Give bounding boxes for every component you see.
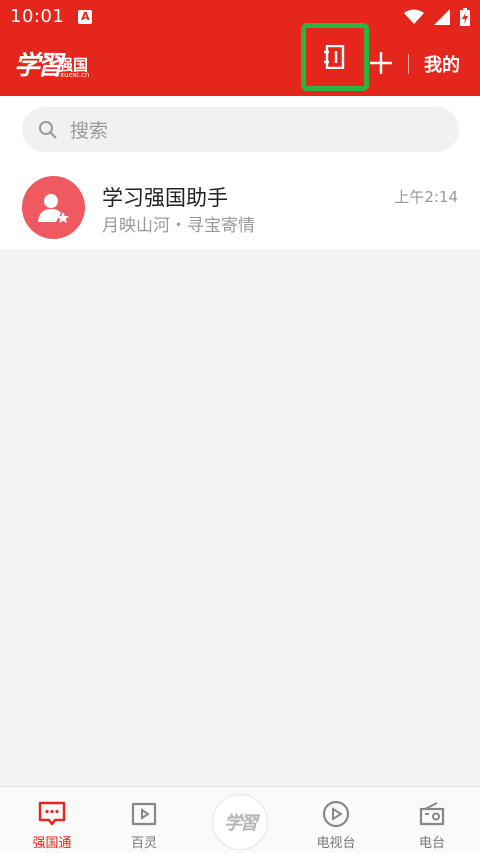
bottom-nav: 强国通 百灵 学習 电视台 电台 [0,786,480,853]
tab-bailing[interactable]: 百灵 [104,787,184,853]
assistant-user-icon [37,193,69,223]
tab-label: 电视台 [316,836,356,851]
chat-time: 上午2:14 [394,188,458,206]
tab-label: 电台 [418,836,445,851]
add-button[interactable] [369,51,393,75]
tab-label: 强国通 [32,836,72,851]
signal-icon [434,8,450,25]
header-divider [408,54,409,74]
battery-icon [460,7,470,26]
tab-tv[interactable]: 电视台 [296,787,376,853]
logo-domain: xuexi.cn [60,71,90,79]
search-area: 搜索 [0,96,480,162]
chat-preview: 月映山河・寻宝寄情 [102,216,255,236]
search-input[interactable]: 搜索 [22,107,459,152]
status-time: 10:01 [10,6,65,27]
chat-list-item[interactable]: 学习强国助手 月映山河・寻宝寄情 上午2:14 [0,162,480,249]
app-header: 学習 强国 xuexi.cn 我的 [0,23,480,96]
chat-list: 学习强国助手 月映山河・寻宝寄情 上午2:14 [0,162,480,249]
status-bar: 10:01 A [0,0,480,33]
logo-script: 学習 [14,51,63,81]
play-tab-icon [131,802,157,826]
tab-radio[interactable]: 电台 [392,787,472,853]
app-logo: 学習 强国 xuexi.cn [14,43,94,85]
avatar [22,176,85,239]
search-placeholder: 搜索 [70,120,109,142]
contacts-button[interactable] [301,23,369,91]
study-icon: 学習 [224,813,258,834]
wifi-icon [404,9,424,24]
play-circle-icon [322,800,350,828]
search-icon [39,120,57,139]
chat-icon [38,801,66,826]
plus-icon [370,52,392,74]
contacts-icon [324,45,345,69]
status-indicators [404,7,470,26]
tab-label: 百灵 [130,836,157,851]
mine-button[interactable]: 我的 [424,51,460,77]
tab-qiangguotong[interactable]: 强国通 [12,787,92,853]
study-button[interactable]: 学習 [212,794,268,850]
notification-icon: A [78,9,93,24]
radio-icon [419,802,445,826]
chat-name: 学习强国助手 [102,186,228,210]
